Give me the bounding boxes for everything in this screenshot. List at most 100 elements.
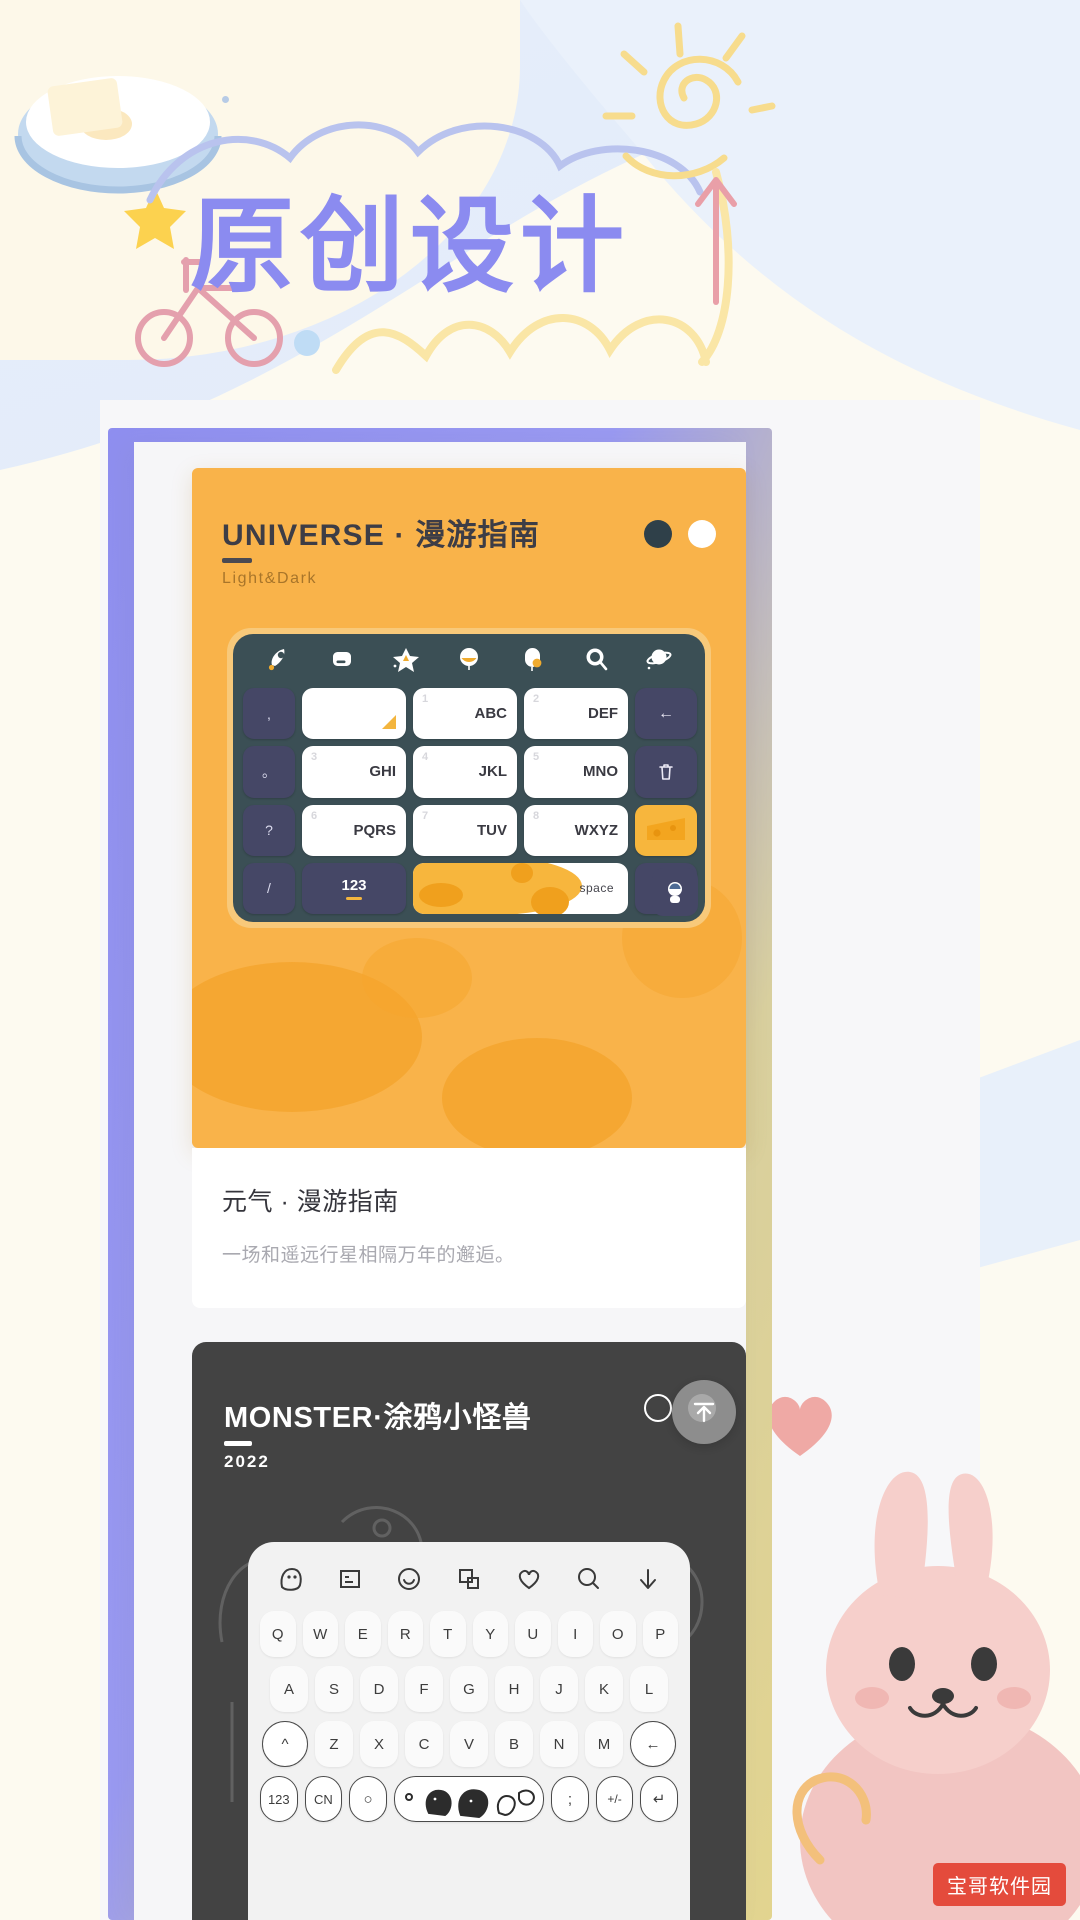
- key-space-doodle[interactable]: [393, 1776, 545, 1822]
- keyboard-preview-monster[interactable]: QWERTYUIOP ASDFGHJKL ^ ZXCVBNM ← 123 CN …: [248, 1542, 690, 1920]
- card1-title: UNIVERSE · 漫游指南: [222, 519, 541, 552]
- key-x[interactable]: X: [360, 1721, 398, 1767]
- key-p[interactable]: P: [642, 1611, 678, 1657]
- headline-text: 原创设计: [190, 189, 630, 305]
- key-slash[interactable]: /: [243, 862, 295, 914]
- moon-icon[interactable]: [456, 646, 482, 672]
- keyboard-row-4[interactable]: 123 CN ○ ; +/- ↵: [260, 1776, 679, 1822]
- key-f[interactable]: F: [405, 1666, 443, 1712]
- key-shift[interactable]: ^: [262, 1721, 308, 1767]
- key-mno[interactable]: 5 MNO: [524, 746, 628, 798]
- key-i[interactable]: I: [557, 1611, 593, 1657]
- trash-icon: [659, 764, 673, 780]
- key-w[interactable]: W: [302, 1611, 338, 1657]
- key-c[interactable]: C: [405, 1721, 443, 1767]
- key-n[interactable]: N: [540, 1721, 578, 1767]
- key-plus-minus[interactable]: +/-: [595, 1776, 634, 1822]
- heart-icon[interactable]: [515, 1565, 543, 1593]
- stack-inner-panel: UNIVERSE · 漫游指南 Light&Dark , 1 ABC 2 DEF…: [134, 442, 746, 1920]
- key-123[interactable]: 123: [260, 1776, 298, 1822]
- key-backspace[interactable]: ←: [630, 1721, 676, 1767]
- key-wxyz[interactable]: 8 WXYZ: [524, 804, 628, 856]
- key-tuv[interactable]: 7 TUV: [413, 804, 517, 856]
- rabbit-doodle: [792, 1471, 1080, 1920]
- key-pqrs[interactable]: 6 PQRS: [302, 804, 406, 856]
- key-q[interactable]: Q: [260, 1611, 296, 1657]
- key-delete[interactable]: [635, 746, 697, 798]
- key-h[interactable]: H: [495, 1666, 533, 1712]
- cheese-decoration: [413, 862, 582, 914]
- card1-subtitle: Light&Dark: [222, 570, 318, 587]
- key-ghi[interactable]: 3 GHI: [302, 746, 406, 798]
- lens-icon[interactable]: [574, 1565, 602, 1593]
- key-m[interactable]: M: [585, 1721, 623, 1767]
- key-question[interactable]: ?: [243, 804, 295, 856]
- lens-icon[interactable]: [583, 646, 609, 672]
- key-jkl[interactable]: 4 JKL: [413, 746, 517, 798]
- caption-description: 一场和遥远行星相隔万年的邂逅。: [222, 1245, 515, 1266]
- smiley-icon[interactable]: [395, 1565, 423, 1593]
- light-mode-dot[interactable]: [688, 520, 716, 548]
- card1-mode-toggle[interactable]: [644, 520, 716, 548]
- scroll-to-top-button[interactable]: [672, 1380, 736, 1444]
- key-enter[interactable]: ↵: [640, 1776, 679, 1822]
- key-label: TUV: [477, 821, 507, 839]
- keyboard-row-2[interactable]: ASDFGHJKL: [260, 1666, 678, 1712]
- phone-preview-stack: UNIVERSE · 漫游指南 Light&Dark , 1 ABC 2 DEF…: [108, 428, 772, 1920]
- key-period[interactable]: 。: [243, 746, 295, 798]
- keyboard-row-3[interactable]: ^ ZXCVBNM ←: [260, 1721, 678, 1767]
- key-semicolon[interactable]: ;: [551, 1776, 589, 1822]
- key-comma[interactable]: ,: [243, 688, 295, 740]
- key-abc[interactable]: 1 ABC: [413, 688, 517, 740]
- key-b[interactable]: B: [495, 1721, 533, 1767]
- keyboard-preview-universe[interactable]: , 1 ABC 2 DEF ← 。 3 GHI 4 JKL 5 MNO ? 6 …: [227, 628, 711, 928]
- key-a[interactable]: A: [270, 1666, 308, 1712]
- key-e[interactable]: E: [345, 1611, 381, 1657]
- layers-icon[interactable]: [455, 1565, 483, 1593]
- key-123-underline: [346, 896, 362, 900]
- card1-header: UNIVERSE · 漫游指南 Light&Dark: [222, 510, 540, 588]
- keyboard-row-1[interactable]: QWERTYUIOP: [260, 1611, 678, 1657]
- key-lang-cn[interactable]: CN: [304, 1776, 343, 1822]
- down-arrow-icon[interactable]: [634, 1565, 662, 1593]
- monster-doodle-icon: [405, 1789, 535, 1819]
- cheese-hole: [531, 886, 569, 914]
- keyboard-toolbar[interactable]: [233, 634, 705, 684]
- key-y[interactable]: Y: [472, 1611, 508, 1657]
- key-j[interactable]: J: [540, 1666, 578, 1712]
- key-1[interactable]: [302, 688, 406, 740]
- key-def[interactable]: 2 DEF: [524, 688, 628, 740]
- key-v[interactable]: V: [450, 1721, 488, 1767]
- key-astronaut[interactable]: [652, 868, 698, 916]
- key-d[interactable]: D: [360, 1666, 398, 1712]
- rocket-icon[interactable]: [266, 646, 292, 672]
- theme-card-monster[interactable]: MONSTER·涂鸦小怪兽 2022 Q W E R T Y U I O P A…: [192, 1342, 746, 1920]
- theme-card-universe[interactable]: UNIVERSE · 漫游指南 Light&Dark , 1 ABC 2 DEF…: [192, 468, 746, 1148]
- keyboard-toolbar[interactable]: [260, 1556, 678, 1602]
- egg-icon[interactable]: [519, 646, 545, 672]
- key-t[interactable]: T: [430, 1611, 466, 1657]
- planet-icon[interactable]: [646, 646, 672, 672]
- key-backspace[interactable]: ←: [635, 688, 697, 740]
- key-g[interactable]: G: [450, 1666, 488, 1712]
- key-u[interactable]: U: [515, 1611, 551, 1657]
- key-cheese[interactable]: [635, 804, 697, 856]
- key-o[interactable]: O: [600, 1611, 636, 1657]
- dark-mode-ring[interactable]: [644, 1394, 672, 1422]
- star-icon[interactable]: [392, 646, 419, 672]
- dark-mode-dot[interactable]: [644, 520, 672, 548]
- headline-doodle: 原创设计: [190, 189, 630, 305]
- key-s[interactable]: S: [315, 1666, 353, 1712]
- key-k[interactable]: K: [585, 1666, 623, 1712]
- key-z[interactable]: Z: [315, 1721, 353, 1767]
- ghost-icon[interactable]: [276, 1565, 304, 1593]
- key-space[interactable]: space: [413, 862, 628, 914]
- key-r[interactable]: R: [387, 1611, 423, 1657]
- key-123[interactable]: 123: [302, 862, 406, 914]
- text-icon[interactable]: [336, 1565, 364, 1593]
- keypad-grid[interactable]: , 1 ABC 2 DEF ← 。 3 GHI 4 JKL 5 MNO ? 6 …: [243, 688, 697, 914]
- card1-caption: 元气 · 漫游指南 一场和遥远行星相隔万年的邂逅。: [192, 1148, 746, 1308]
- key-circle[interactable]: ○: [349, 1776, 387, 1822]
- key-l[interactable]: L: [630, 1666, 668, 1712]
- card-icon[interactable]: [329, 646, 355, 672]
